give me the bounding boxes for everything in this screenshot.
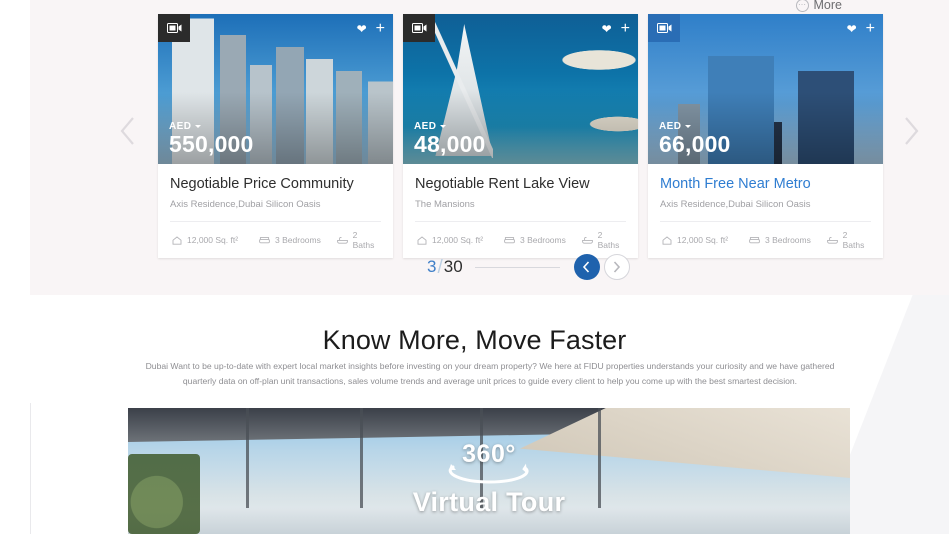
card-body: Negotiable Rent Lake View The Mansions 1… — [403, 164, 638, 258]
heart-icon[interactable]: ❤ — [847, 23, 857, 35]
pagination-separator: / — [437, 257, 443, 278]
carousel-prev-arrow[interactable] — [112, 110, 142, 152]
heart-icon[interactable]: ❤ — [602, 23, 612, 35]
listing-features: 12,000 Sq. ft² 3 Bedrooms 2 Baths — [415, 221, 626, 258]
listing-location: Axis Residence,Dubai Silicon Oasis — [660, 199, 811, 211]
featured-listings-band: ⋯ More ❤ + AED 550,000 Negotiable Price … — [30, 0, 949, 295]
listing-cards: ❤ + AED 550,000 Negotiable Price Communi… — [158, 14, 883, 259]
feature-baths: 2 Baths — [581, 230, 624, 251]
chevron-down-icon — [685, 124, 692, 128]
home-area-icon — [417, 236, 427, 245]
bath-icon — [336, 236, 348, 245]
price-value: 66,000 — [659, 130, 731, 157]
listing-card[interactable]: ❤ + AED 48,000 Negotiable Rent Lake View… — [403, 14, 638, 259]
card-body: Negotiable Price Community Axis Residenc… — [158, 164, 393, 258]
bath-icon — [581, 236, 593, 245]
card-body: Month Free Near Metro Axis Residence,Dub… — [648, 164, 883, 258]
feature-baths: 2 Baths — [336, 230, 379, 251]
virtual-tour-overlay: 360° Virtual Tour — [128, 440, 850, 518]
feature-area: 12,000 Sq. ft² — [172, 230, 259, 250]
plus-icon[interactable]: + — [376, 21, 385, 37]
pagination-rule — [474, 266, 560, 268]
chevron-down-icon — [440, 124, 447, 128]
home-area-icon — [662, 236, 672, 245]
plus-icon[interactable]: + — [866, 21, 875, 37]
feature-bedrooms: 3 Bedrooms — [504, 230, 582, 250]
listing-card[interactable]: ❤ + AED 66,000 Month Free Near Metro Axi… — [648, 14, 883, 259]
heart-icon[interactable]: ❤ — [357, 23, 367, 35]
bath-icon — [826, 236, 838, 245]
listing-features: 12,000 Sq. ft² 3 Bedrooms 2 Baths — [170, 221, 381, 258]
feature-baths: 2 Baths — [826, 230, 869, 251]
listing-title[interactable]: Month Free Near Metro — [660, 175, 871, 193]
card-actions: ❤ + — [847, 21, 875, 37]
more-circle-icon: ⋯ — [795, 0, 809, 12]
price-overlay: AED 48,000 — [414, 121, 486, 156]
bed-icon — [259, 236, 270, 245]
feature-area-label: 12,000 Sq. ft² — [432, 235, 484, 246]
feature-area-label: 12,000 Sq. ft² — [187, 235, 239, 246]
page-root: ⋯ More ❤ + AED 550,000 Negotiable Price … — [0, 0, 949, 534]
card-actions: ❤ + — [602, 21, 630, 37]
price-overlay: AED 66,000 — [659, 121, 731, 156]
plus-icon[interactable]: + — [621, 21, 630, 37]
virtual-tour-banner[interactable]: 360° Virtual Tour — [128, 408, 850, 534]
listing-features: 12,000 Sq. ft² 3 Bedrooms 2 Baths — [660, 221, 871, 258]
section-paragraph: Dubai Want to be up-to-date with expert … — [145, 361, 835, 387]
card-actions: ❤ + — [357, 21, 385, 37]
tour-degrees-label: 360° — [462, 440, 516, 468]
feature-bedrooms-label: 3 Bedrooms — [275, 235, 321, 246]
left-vertical-rule — [30, 403, 31, 534]
section-title: Know More, Move Faster — [322, 325, 627, 355]
bed-icon — [504, 236, 515, 245]
price-overlay: AED 550,000 — [169, 121, 254, 156]
listing-location: The Mansions — [415, 199, 475, 211]
video-camera-icon[interactable] — [158, 14, 190, 42]
pagination: 3 / 30 — [427, 254, 630, 280]
feature-bedrooms: 3 Bedrooms — [259, 230, 337, 250]
listing-image[interactable]: ❤ + AED 66,000 — [648, 14, 883, 164]
chevron-down-icon — [195, 124, 202, 128]
price-value: 48,000 — [414, 130, 486, 157]
feature-baths-label: 2 Baths — [597, 230, 620, 251]
video-camera-icon[interactable] — [648, 14, 680, 42]
more-link[interactable]: ⋯ More — [795, 0, 842, 12]
price-value: 550,000 — [169, 130, 254, 157]
feature-area: 12,000 Sq. ft² — [662, 230, 749, 250]
feature-bedrooms: 3 Bedrooms — [749, 230, 827, 250]
home-area-icon — [172, 236, 182, 245]
feature-bedrooms-label: 3 Bedrooms — [520, 235, 566, 246]
feature-baths-label: 2 Baths — [352, 230, 375, 251]
tour-title-label: Virtual Tour — [412, 487, 566, 517]
video-camera-icon[interactable] — [403, 14, 435, 42]
feature-baths-label: 2 Baths — [842, 230, 865, 251]
more-label: More — [813, 0, 842, 12]
pagination-current: 3 — [427, 257, 437, 276]
listing-image[interactable]: ❤ + AED 550,000 — [158, 14, 393, 164]
pagination-next-button[interactable] — [603, 254, 630, 280]
listing-image[interactable]: ❤ + AED 48,000 — [403, 14, 638, 164]
feature-area: 12,000 Sq. ft² — [417, 230, 504, 250]
listing-title[interactable]: Negotiable Rent Lake View — [415, 175, 626, 193]
listing-card[interactable]: ❤ + AED 550,000 Negotiable Price Communi… — [158, 14, 393, 259]
listing-title[interactable]: Negotiable Price Community — [170, 175, 381, 193]
know-more-section: Know More, Move Faster Dubai Want to be … — [0, 295, 949, 534]
pagination-total: 30 — [443, 257, 463, 276]
pagination-prev-button[interactable] — [573, 254, 600, 280]
bed-icon — [749, 236, 760, 245]
listing-location: Axis Residence,Dubai Silicon Oasis — [170, 199, 321, 211]
feature-area-label: 12,000 Sq. ft² — [677, 235, 729, 246]
feature-bedrooms-label: 3 Bedrooms — [765, 235, 811, 246]
carousel-next-arrow[interactable] — [896, 110, 926, 152]
